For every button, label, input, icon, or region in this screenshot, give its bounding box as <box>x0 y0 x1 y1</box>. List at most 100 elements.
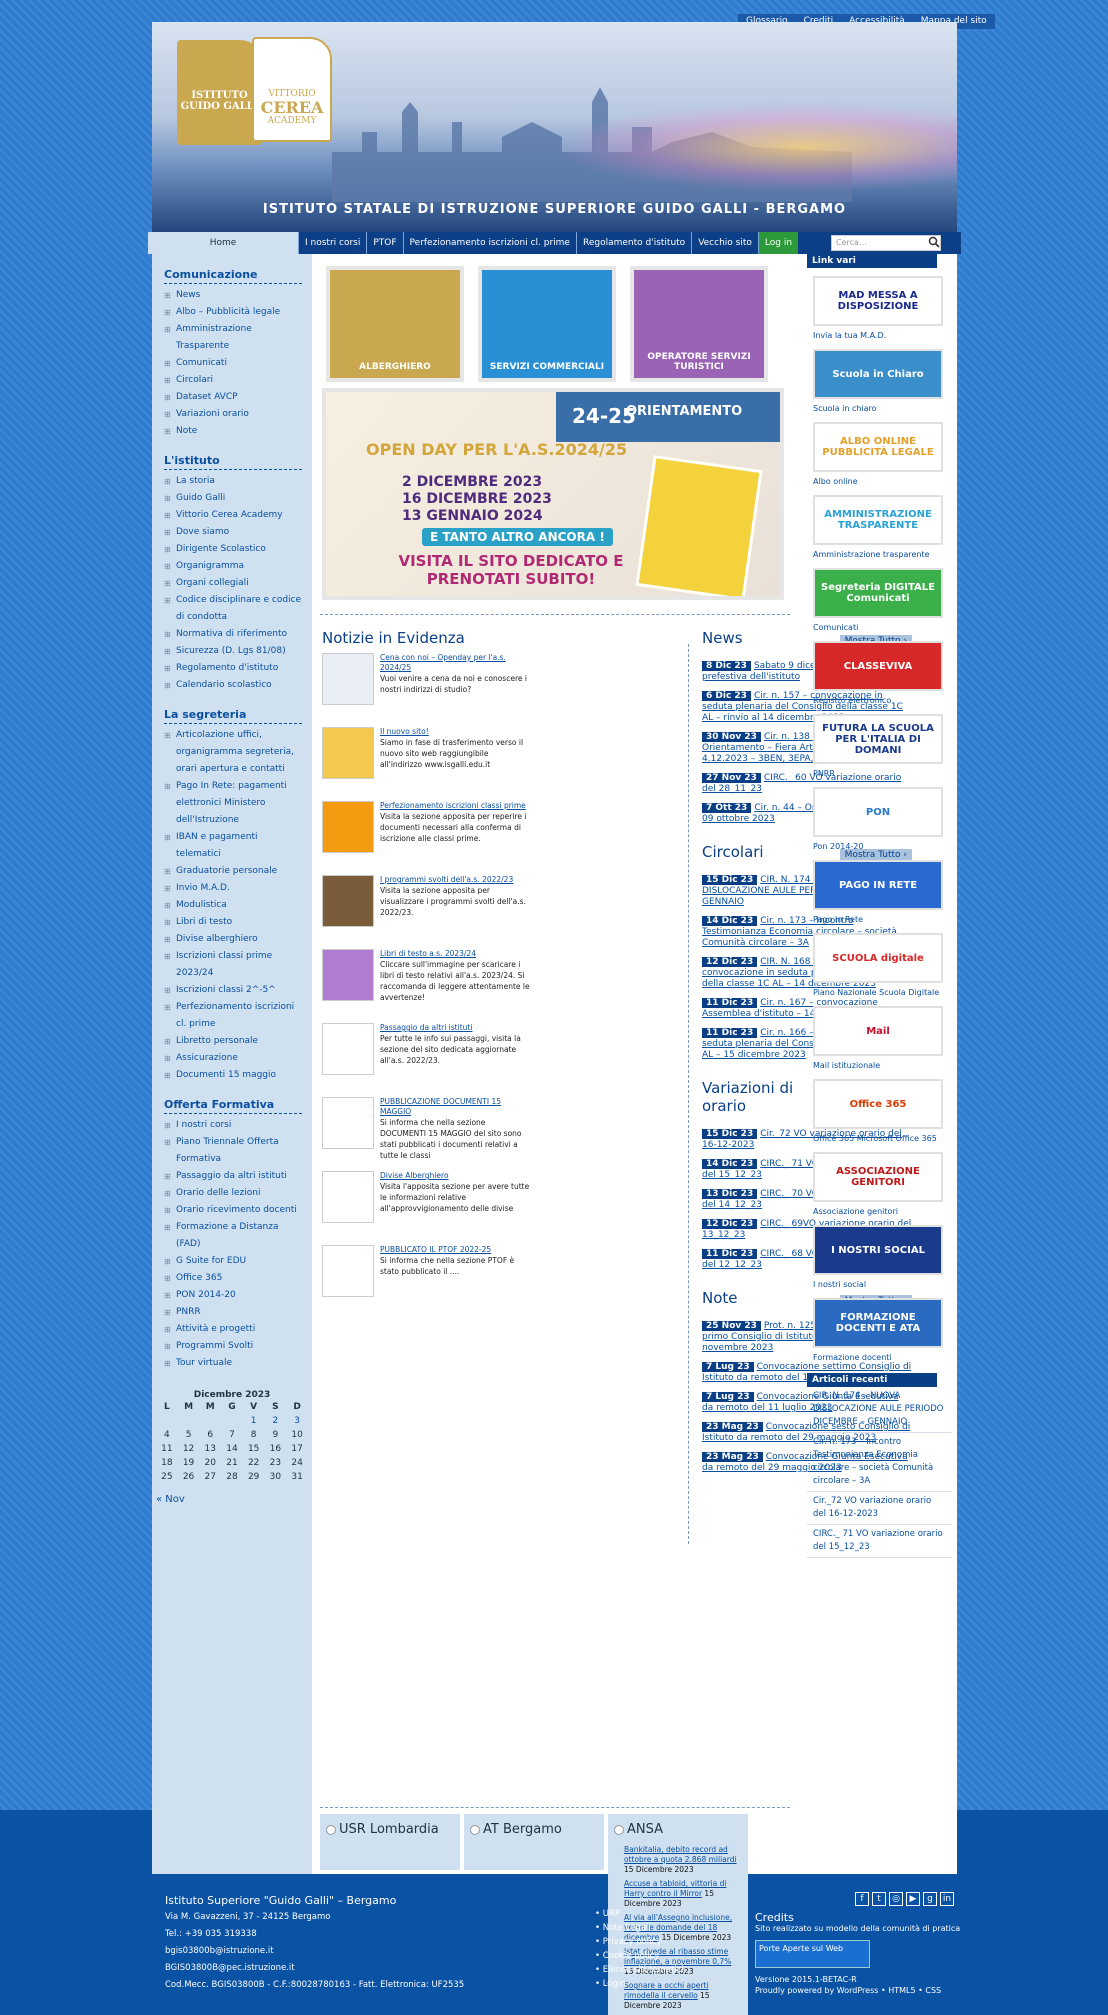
nav-vecchio-sito[interactable]: Vecchio sito <box>691 232 758 254</box>
link-caption[interactable]: Invia la tua M.A.D. <box>813 330 952 341</box>
link-caption[interactable]: Pon 2014-20 <box>813 841 952 852</box>
menu-item[interactable]: News <box>164 287 302 304</box>
menu-item[interactable]: Orario ricevimento docenti <box>164 1202 302 1219</box>
menu-item[interactable]: La storia <box>164 473 302 490</box>
menu-item[interactable]: Passaggio da altri istituti <box>164 1168 302 1185</box>
menu-item[interactable]: Formazione a Distanza (FAD) <box>164 1219 302 1253</box>
menu-item[interactable]: Libretto personale <box>164 1033 302 1050</box>
feed-title[interactable]: USR Lombardia <box>339 1822 439 1837</box>
menu-item[interactable]: PON 2014-20 <box>164 1287 302 1304</box>
menu-item[interactable]: Organi collegiali <box>164 575 302 592</box>
evidenza-thumbnail[interactable] <box>322 949 374 1001</box>
menu-item[interactable]: Guido Galli <box>164 490 302 507</box>
menu-item[interactable]: Dataset AVCP <box>164 389 302 406</box>
menu-item[interactable]: Libri di testo <box>164 914 302 931</box>
menu-item[interactable]: Iscrizioni classi 2^-5^ <box>164 982 302 999</box>
menu-item[interactable]: Vittorio Cerea Academy <box>164 507 302 524</box>
evidenza-thumbnail[interactable] <box>322 801 374 853</box>
evidenza-link[interactable]: PUBBLICATO IL PTOF 2022-25 <box>380 1245 532 1255</box>
footer-email[interactable]: bgis03800b@istruzione.it <box>165 1943 464 1960</box>
evidenza-link[interactable]: Cena con noi – Openday per l'a.s. 2024/2… <box>380 653 532 673</box>
menu-item[interactable]: Amministrazione Trasparente <box>164 321 302 355</box>
feed-title[interactable]: AT Bergamo <box>483 1822 562 1837</box>
tile-alberghiero[interactable]: ALBERGHIERO <box>326 266 464 382</box>
menu-item[interactable]: Comunicati <box>164 355 302 372</box>
menu-item[interactable]: Programmi Svolti <box>164 1338 302 1355</box>
link-caption[interactable]: Scuola in chiaro <box>813 403 952 414</box>
tile-servizi-turistici[interactable]: OPERATORE SERVIZI TURISTICI <box>630 266 768 382</box>
evidenza-link[interactable]: Divise Alberghiero <box>380 1171 532 1181</box>
linkedin-icon[interactable]: in <box>940 1892 954 1906</box>
menu-item[interactable]: Variazioni orario <box>164 406 302 423</box>
menu-item[interactable]: Documenti 15 maggio <box>164 1067 302 1084</box>
menu-item[interactable]: Dove siamo <box>164 524 302 541</box>
evidenza-thumbnail[interactable] <box>322 875 374 927</box>
logo-cerea-academy[interactable]: VITTORIO CEREA ACADEMY <box>252 37 332 142</box>
search-input[interactable]: Cerca… <box>831 235 941 251</box>
evidenza-thumbnail[interactable] <box>322 1245 374 1297</box>
link-caption[interactable]: Registro elettronico <box>813 695 952 706</box>
evidenza-link[interactable]: Libri di testo a.s. 2023/24 <box>380 949 532 959</box>
link-caption[interactable]: Piano Nazionale Scuola Digitale <box>813 987 952 998</box>
twitter-icon[interactable]: t <box>872 1892 886 1906</box>
menu-item[interactable]: Dirigente Scolastico <box>164 541 302 558</box>
menu-item[interactable]: IBAN e pagamenti telematici <box>164 829 302 863</box>
menu-item[interactable]: Normativa di riferimento <box>164 626 302 643</box>
footer-menu-item[interactable]: Cookie policy <box>595 1949 684 1963</box>
menu-item[interactable]: Assicurazione <box>164 1050 302 1067</box>
recent-article[interactable]: CIRC._ 71 VO variazione orario del 15_12… <box>807 1525 952 1558</box>
link-banner[interactable]: PON <box>813 787 943 837</box>
evidenza-thumbnail[interactable] <box>322 1023 374 1075</box>
evidenza-thumbnail[interactable] <box>322 1171 374 1223</box>
menu-item[interactable]: Iscrizioni classi prime 2023/24 <box>164 948 302 982</box>
footer-menu-item[interactable]: Privacy policy <box>595 1935 684 1949</box>
menu-item[interactable]: Pago In Rete: pagamenti elettronici Mini… <box>164 778 302 829</box>
footer-menu-item[interactable]: URP <box>595 1907 684 1921</box>
feed-title[interactable]: ANSA <box>627 1822 663 1837</box>
link-banner[interactable]: Scuola in Chiaro <box>813 349 943 399</box>
evidenza-link[interactable]: Perfezionamento iscrizioni classi prime <box>380 801 532 811</box>
menu-item[interactable]: Codice disciplinare e codice di condotta <box>164 592 302 626</box>
link-banner[interactable]: Office 365 <box>813 1079 943 1129</box>
facebook-icon[interactable]: f <box>855 1892 869 1906</box>
evidenza-thumbnail[interactable] <box>322 653 374 705</box>
nav-home[interactable]: Home <box>148 232 298 254</box>
footer-menu-item[interactable]: Login <box>595 1977 684 1991</box>
youtube-icon[interactable]: ▶ <box>906 1892 920 1906</box>
link-banner[interactable]: ALBO ONLINE PUBBLICITÀ LEGALE <box>813 422 943 472</box>
link-caption[interactable]: Pago In Rete <box>813 914 952 925</box>
menu-item[interactable]: Orario delle lezioni <box>164 1185 302 1202</box>
menu-item[interactable]: Sicurezza (D. Lgs 81/08) <box>164 643 302 660</box>
paw-logo[interactable]: Porte Aperte sul Web <box>755 1940 870 1968</box>
menu-item[interactable]: Piano Triennale Offerta Formativa <box>164 1134 302 1168</box>
link-banner[interactable]: FORMAZIONE DOCENTI E ATA <box>813 1298 943 1348</box>
link-banner[interactable]: MAD MESSA A DISPOSIZIONE <box>813 276 943 326</box>
menu-item[interactable]: PNRR <box>164 1304 302 1321</box>
link-caption[interactable]: Office 365 Microsoft Office 365 <box>813 1133 952 1144</box>
link-banner[interactable]: AMMINISTRAZIONE TRASPARENTE <box>813 495 943 545</box>
nav-login[interactable]: Log in <box>757 232 799 254</box>
footer-menu-item[interactable]: Elenco siti tematici <box>595 1963 684 1977</box>
menu-item[interactable]: Invio M.A.D. <box>164 880 302 897</box>
footer-menu-item[interactable]: Note Legali <box>595 1921 684 1935</box>
ansa-link[interactable]: Bankitalia, debito record ad ottobre a q… <box>624 1845 737 1864</box>
link-banner[interactable]: CLASSEVIVA <box>813 641 943 691</box>
menu-item[interactable]: Note <box>164 423 302 440</box>
link-banner[interactable]: ASSOCIAZIONE GENITORI <box>813 1152 943 1202</box>
recent-article[interactable]: CIR. N. 174 – NUOVA DISLOCAZIONE AULE PE… <box>807 1387 952 1433</box>
openday-banner[interactable]: 24-25 ORIENTAMENTO OPEN DAY PER L'A.S.20… <box>322 388 784 600</box>
menu-item[interactable]: Circolari <box>164 372 302 389</box>
nav-perfezionamento[interactable]: Perfezionamento iscrizioni cl. prime <box>402 232 576 254</box>
menu-item[interactable]: Articolazione uffici, organigramma segre… <box>164 727 302 778</box>
calendar-prev-link[interactable]: « Nov <box>156 1494 308 1505</box>
link-banner[interactable]: I NOSTRI SOCIAL <box>813 1225 943 1275</box>
menu-item[interactable]: Graduatorie personale <box>164 863 302 880</box>
search-icon[interactable] <box>928 236 940 248</box>
menu-item[interactable]: Perfezionamento iscrizioni cl. prime <box>164 999 302 1033</box>
link-caption[interactable]: Comunicati <box>813 622 952 633</box>
menu-item[interactable]: Calendario scolastico <box>164 677 302 694</box>
link-banner[interactable]: Segreteria DIGITALE Comunicati <box>813 568 943 618</box>
menu-item[interactable]: Office 365 <box>164 1270 302 1287</box>
nav-regolamento[interactable]: Regolamento d'istituto <box>575 232 691 254</box>
googleplus-icon[interactable]: g <box>923 1892 937 1906</box>
